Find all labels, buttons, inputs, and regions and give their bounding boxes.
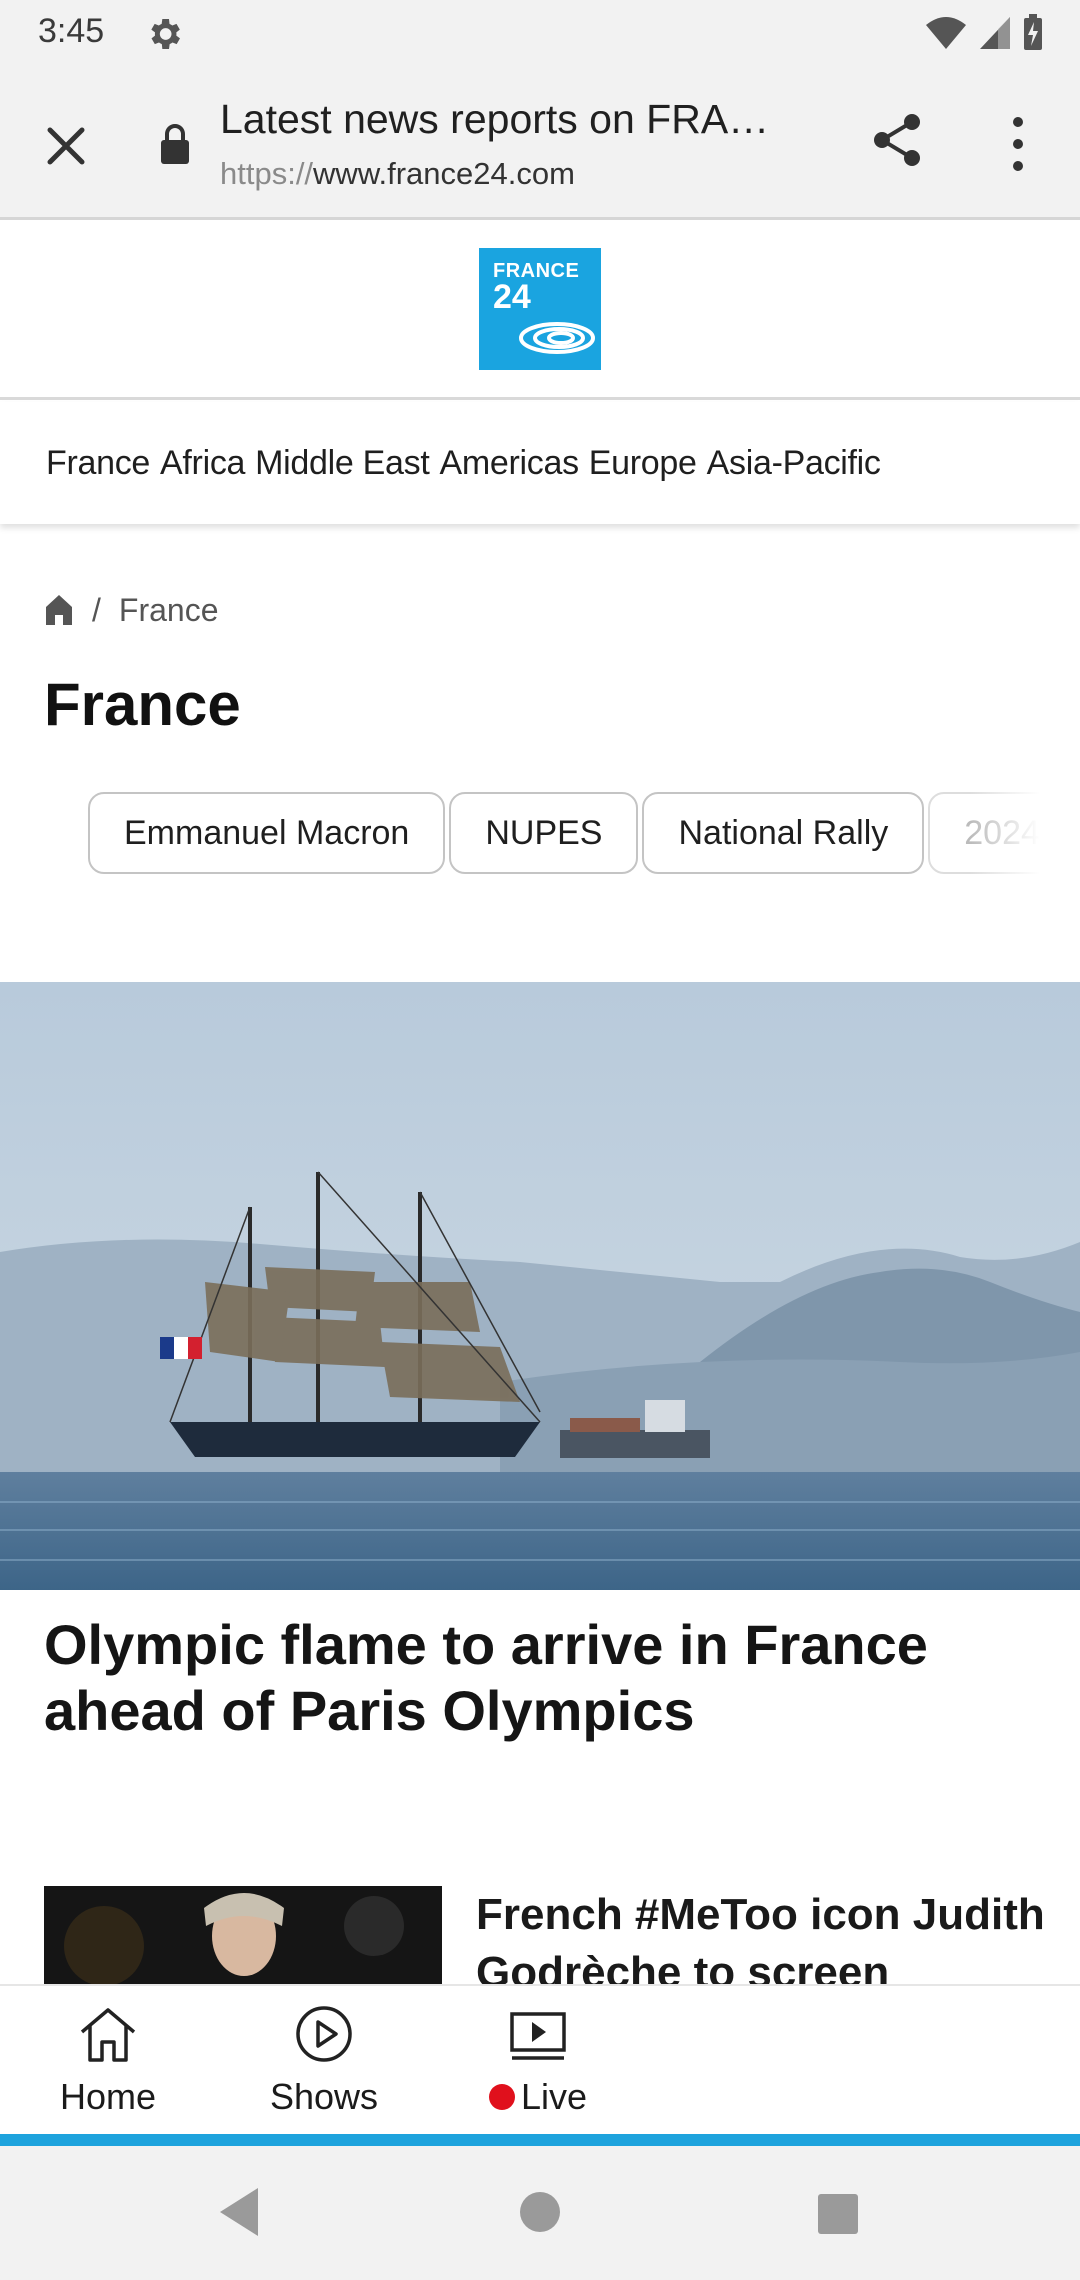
tall-ship-photo — [0, 982, 1080, 1590]
region-middle-east[interactable]: Middle East — [255, 444, 430, 483]
nav-home-label: Home — [59, 2076, 157, 2117]
logo-waves-icon — [519, 322, 595, 354]
tag-national-rally[interactable]: National Rally — [642, 792, 925, 874]
more-vert-icon[interactable] — [1000, 114, 1036, 174]
bottom-nav: Home Shows Live — [0, 1984, 1080, 2134]
nav-shows[interactable]: Shows — [234, 2002, 414, 2126]
tags-fade-overlay — [970, 792, 1040, 876]
hero-image[interactable] — [0, 982, 1080, 1590]
share-icon[interactable] — [868, 110, 928, 170]
wifi-icon — [926, 17, 966, 49]
region-europe[interactable]: Europe — [589, 444, 697, 483]
france24-logo[interactable]: FRANCE 24 — [479, 248, 601, 370]
android-nav-bar — [0, 2146, 1080, 2280]
lock-icon — [161, 124, 189, 164]
cellular-signal-icon — [980, 17, 1010, 49]
nav-shows-label: Shows — [269, 2076, 379, 2117]
region-france[interactable]: France — [46, 444, 150, 483]
browser-toolbar: Latest news reports on FRA… https://www.… — [0, 66, 1080, 220]
region-asia-pacific[interactable]: Asia-Pacific — [707, 444, 881, 483]
breadcrumb-separator: / — [92, 591, 101, 628]
status-bar: 3:45 — [0, 0, 1080, 66]
topic-tags: Emmanuel Macron NUPES National Rally 202… — [88, 792, 1040, 876]
close-icon — [47, 127, 85, 165]
battery-charging-icon — [1024, 14, 1042, 50]
page-title: France — [44, 671, 241, 738]
nav-live[interactable]: Live — [448, 2002, 628, 2126]
site-header: FRANCE 24 — [0, 222, 1080, 400]
tv-play-icon — [510, 2012, 566, 2060]
status-icons — [924, 14, 1044, 52]
region-africa[interactable]: Africa — [160, 444, 245, 483]
home-outline-icon — [80, 2008, 136, 2062]
live-indicator-dot — [488, 2084, 515, 2110]
settings-gear-icon — [151, 19, 180, 49]
recents-icon[interactable] — [818, 2194, 858, 2234]
tag-nupes[interactable]: NUPES — [449, 792, 639, 874]
nav-live-text: Live — [520, 2076, 588, 2117]
tag-emmanuel-macron[interactable]: Emmanuel Macron — [88, 792, 446, 874]
home-button-icon[interactable] — [520, 2192, 560, 2232]
breadcrumb: / France — [44, 588, 218, 632]
accent-bar — [0, 2134, 1080, 2146]
browser-url[interactable]: https://www.france24.com — [220, 156, 575, 192]
nav-home[interactable]: Home — [18, 2002, 198, 2126]
region-americas[interactable]: Americas — [439, 444, 579, 483]
close-tab-button[interactable] — [36, 116, 96, 176]
status-time: 3:45 — [38, 12, 105, 50]
breadcrumb-current[interactable]: France — [119, 592, 219, 629]
nav-live-label: Live — [488, 2076, 588, 2118]
browser-page-title[interactable]: Latest news reports on FRA… — [220, 96, 800, 143]
back-icon[interactable] — [214, 2184, 264, 2240]
region-nav: France Africa Middle East Americas Europ… — [0, 402, 1080, 524]
url-scheme: https:// — [220, 156, 314, 191]
play-circle-icon — [296, 2006, 352, 2062]
home-icon[interactable] — [44, 593, 74, 627]
url-host: www.france24.com — [313, 156, 575, 191]
hero-headline[interactable]: Olympic flame to arrive in France ahead … — [44, 1612, 1044, 1744]
